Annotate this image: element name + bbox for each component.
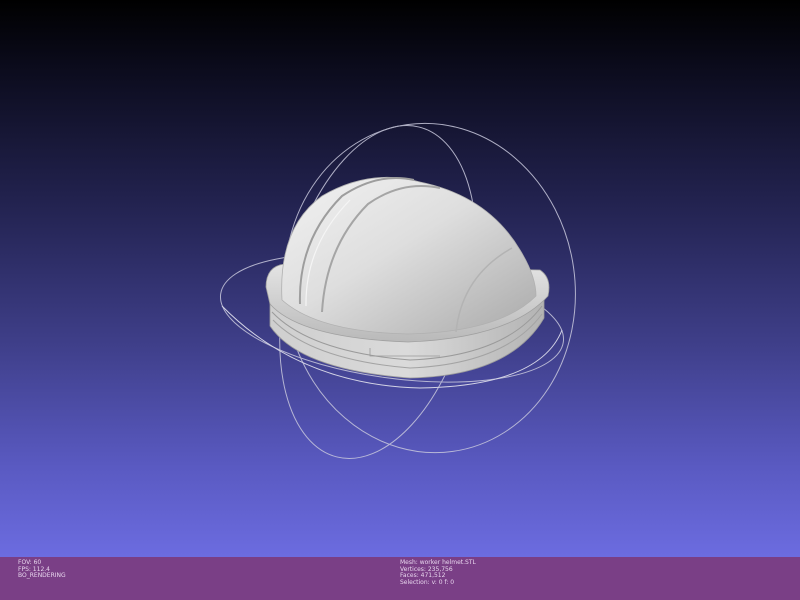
mesh-info: Mesh: worker helmet.STL Vertices: 235,75… (400, 559, 476, 586)
scene-canvas[interactable] (0, 0, 800, 557)
selection-label: Selection: v: 0 f: 0 (400, 578, 455, 586)
3d-viewport[interactable] (0, 0, 800, 557)
status-bar: FOV: 60 FPS: 112.4 BO_RENDERING Mesh: wo… (0, 557, 800, 600)
helmet-dome (281, 176, 537, 335)
render-info: FOV: 60 FPS: 112.4 BO_RENDERING (18, 559, 66, 580)
helmet-mesh-icon[interactable] (265, 176, 550, 379)
render-mode-label: BO_RENDERING (18, 572, 66, 580)
